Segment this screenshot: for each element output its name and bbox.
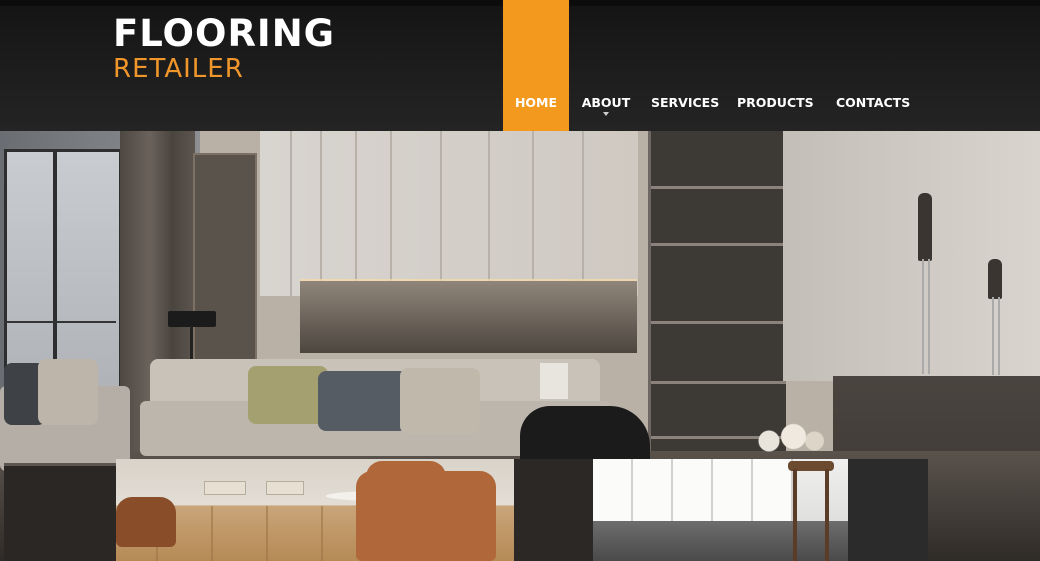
nav-services-label: SERVICES — [651, 95, 720, 110]
nav-contacts[interactable]: CONTACTS — [836, 0, 910, 131]
nav-about-label: ABOUT — [581, 95, 631, 110]
nav-products[interactable]: PRODUCTS — [737, 0, 814, 131]
thumbnail-dark-divider — [514, 459, 593, 561]
logo-subtitle: RETAILER — [113, 54, 244, 84]
chevron-down-icon — [603, 112, 609, 116]
thumbnail-wooden-floor[interactable] — [116, 459, 514, 561]
site-header: FLOORING RETAILER HOME ABOUT SERVICES PR… — [0, 0, 1040, 131]
nav-about[interactable]: ABOUT — [575, 0, 637, 131]
coffee-table-image-part — [4, 463, 116, 561]
logo-title: FLOORING — [113, 12, 336, 55]
nav-products-label: PRODUCTS — [737, 95, 814, 110]
page: FLOORING RETAILER HOME ABOUT SERVICES PR… — [0, 0, 1040, 561]
thumbnail-gray-floor[interactable] — [593, 459, 928, 561]
nav-home-label: HOME — [514, 95, 558, 110]
nav-home[interactable]: HOME — [503, 0, 569, 131]
site-logo[interactable]: FLOORING RETAILER — [113, 12, 336, 85]
bookcase-image-part — [648, 131, 786, 461]
nav-services[interactable]: SERVICES — [651, 0, 719, 131]
wall-cabinets-image-part — [260, 131, 638, 296]
nav-contacts-label: CONTACTS — [836, 95, 911, 110]
